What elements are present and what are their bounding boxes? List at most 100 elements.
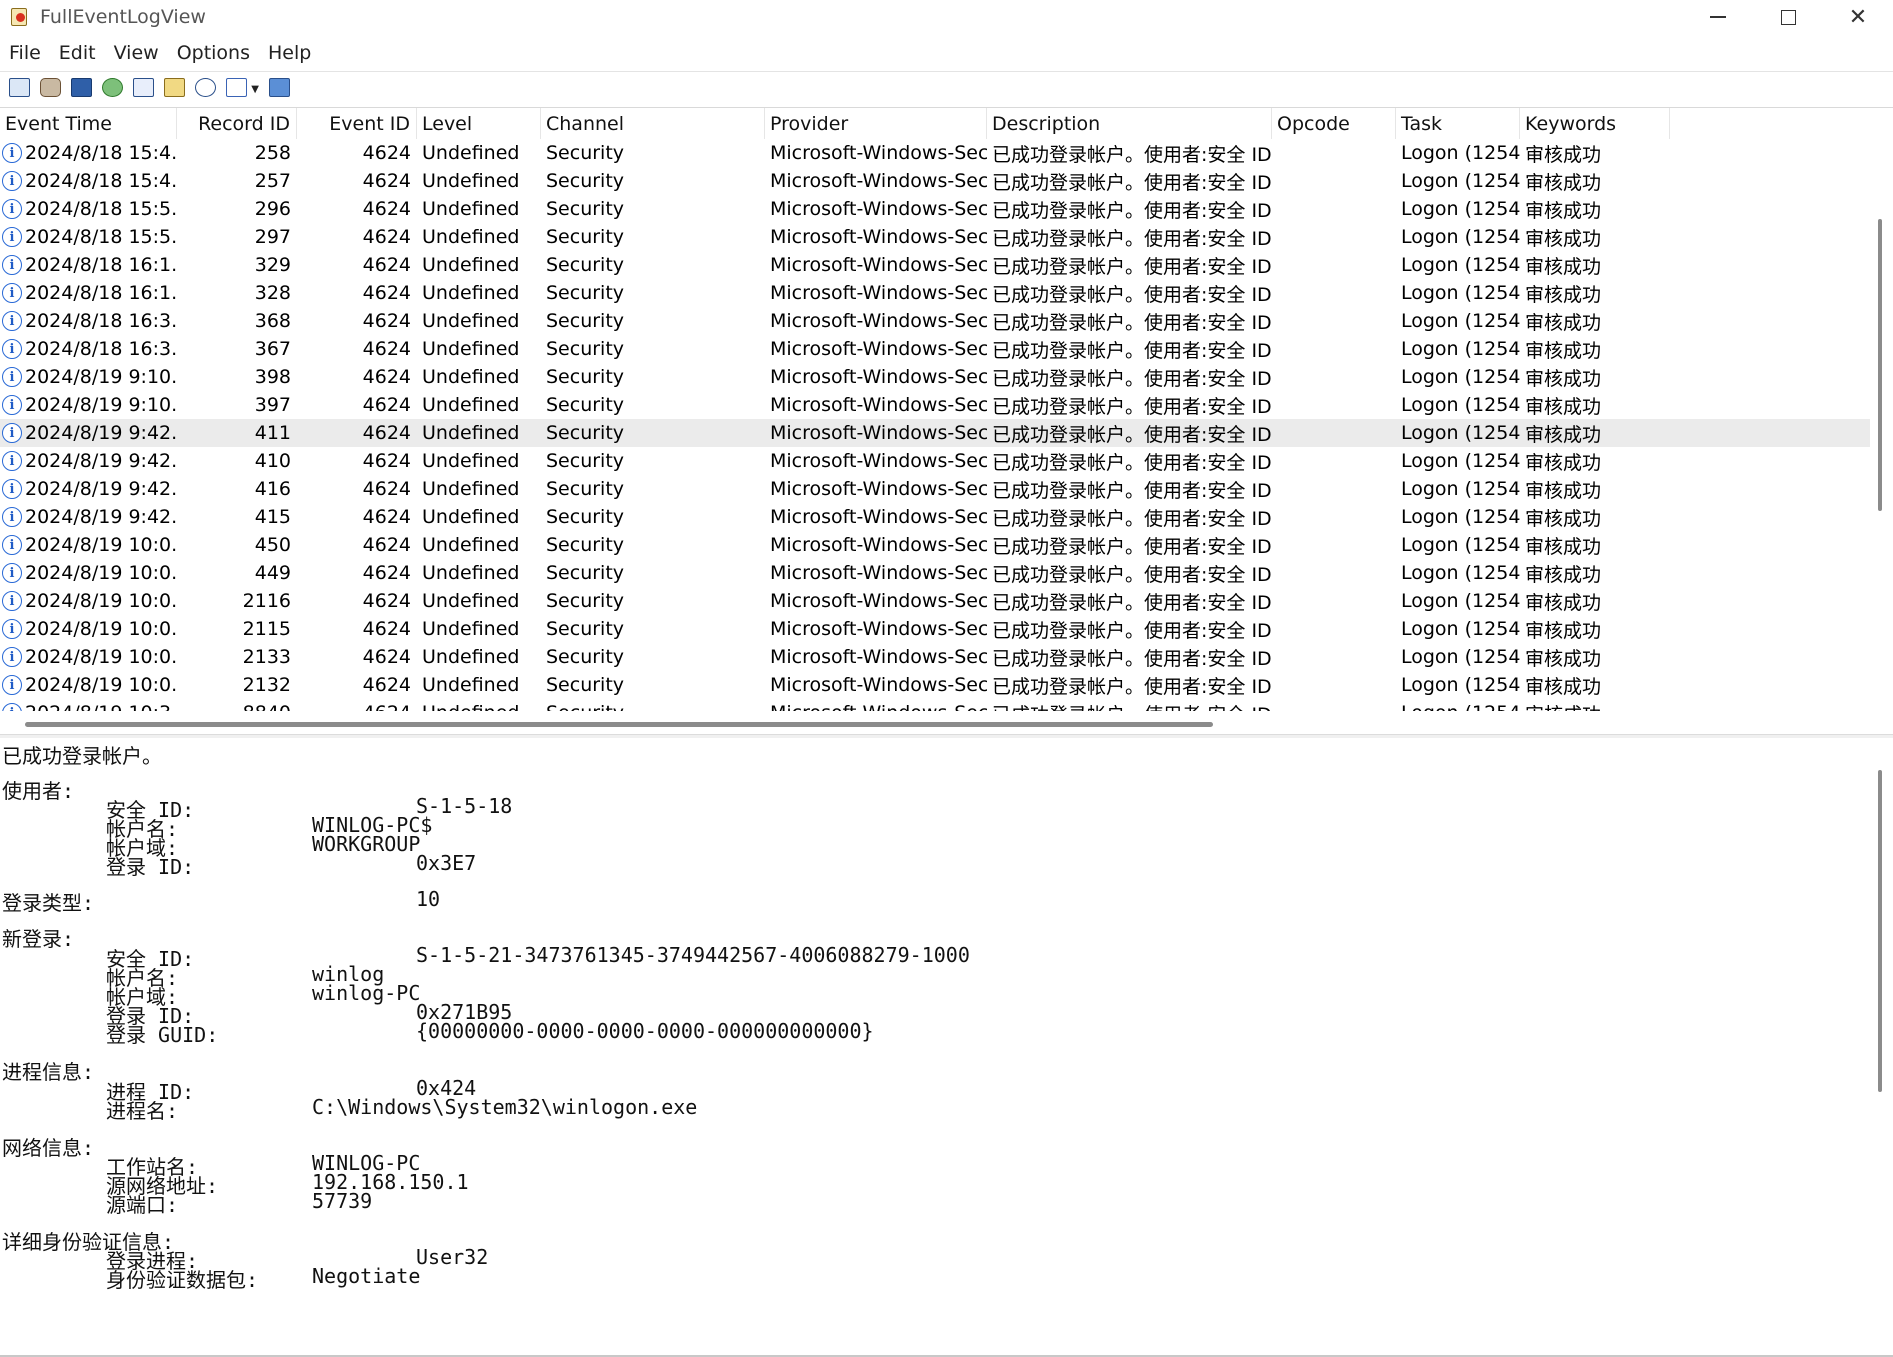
cell-text: Security <box>546 310 625 332</box>
cell-text: 2024/8/19 10:0... <box>25 618 177 640</box>
table-row[interactable]: i 2024/8/19 10:0... 2116 4624 Undefined Secur… <box>0 587 1870 615</box>
find-button[interactable] <box>192 74 219 101</box>
cell-text: 已成功登录帐户。使用者:安全 ID:S-1-5... <box>992 311 1272 334</box>
table-row[interactable]: i 2024/8/18 15:4... 258 4624 Undefined Securi… <box>0 139 1870 167</box>
menu-file[interactable]: File <box>0 42 50 64</box>
table-row[interactable]: i 2024/8/18 15:5... 297 4624 Undefined Securi… <box>0 223 1870 251</box>
table-row[interactable]: i 2024/8/18 16:1... 328 4624 Undefined Securi… <box>0 279 1870 307</box>
cell-text: 已成功登录帐户。使用者:安全 ID:S-1-5... <box>992 675 1272 698</box>
cell-text: Security <box>546 422 625 444</box>
cell-text: 4624 <box>362 646 411 668</box>
list-vertical-scrollbar[interactable] <box>1878 219 1882 511</box>
properties-icon <box>164 78 185 97</box>
table-cell-provider: Microsoft-Windows-Securit... <box>765 587 987 615</box>
table-cell-record-id: 329 <box>177 251 297 279</box>
column-header-event-id[interactable]: Event ID <box>297 108 417 139</box>
cell-text: Undefined <box>422 366 520 388</box>
table-cell-description: 已成功登录帐户。使用者:安全 ID:S-1-5... <box>987 139 1272 167</box>
cell-text: Microsoft-Windows-Securit... <box>770 534 987 556</box>
sort-button[interactable]: ▼ <box>223 74 259 101</box>
table-cell-opcode <box>1272 643 1396 671</box>
database-button[interactable] <box>37 74 64 101</box>
properties-button[interactable] <box>161 74 188 101</box>
table-row[interactable]: i 2024/8/19 9:42... 410 4624 Undefined Securi… <box>0 447 1870 475</box>
save-button[interactable] <box>68 74 95 101</box>
table-cell-description: 已成功登录帐户。使用者:安全 ID:S-1-5... <box>987 503 1272 531</box>
table-row[interactable]: i 2024/8/19 9:10... 398 4624 Undefined Securi… <box>0 363 1870 391</box>
menu-edit[interactable]: Edit <box>50 42 105 64</box>
cell-text: 2024/8/19 10:0... <box>25 590 177 612</box>
table-row[interactable]: i 2024/8/19 9:42... 416 4624 Undefined Securi… <box>0 475 1870 503</box>
table-row[interactable]: i 2024/8/19 10:0... 449 4624 Undefined Securi… <box>0 559 1870 587</box>
column-header-record-id[interactable]: Record ID <box>177 108 297 139</box>
column-header-level[interactable]: Level <box>417 108 541 139</box>
table-row[interactable]: i 2024/8/19 9:10... 397 4624 Undefined Securi… <box>0 391 1870 419</box>
cell-text: Microsoft-Windows-Securit... <box>770 310 987 332</box>
table-row[interactable]: i 2024/8/18 16:3... 368 4624 Undefined Securi… <box>0 307 1870 335</box>
information-icon: i <box>2 395 22 415</box>
cell-text: 2133 <box>242 646 291 668</box>
table-row[interactable]: i 2024/8/19 10:0... 2132 4624 Undefined Secur… <box>0 671 1870 699</box>
event-list[interactable]: Event Time Record ID Event ID Level Channel P… <box>0 107 1893 711</box>
minimize-button[interactable] <box>1683 0 1753 34</box>
table-row[interactable]: i 2024/8/19 10:0... 2133 4624 Undefined Secur… <box>0 643 1870 671</box>
table-cell-level: Undefined <box>417 447 541 475</box>
refresh-button[interactable] <box>99 74 126 101</box>
table-row[interactable]: i 2024/8/18 15:4... 257 4624 Undefined Securi… <box>0 167 1870 195</box>
table-cell-keywords: 审核成功 <box>1520 475 1670 503</box>
cell-text: 已成功登录帐户。使用者:安全 ID:S-1-5... <box>992 143 1272 166</box>
table-row[interactable]: i 2024/8/18 15:5... 296 4624 Undefined Securi… <box>0 195 1870 223</box>
cell-text: 已成功登录帐户。使用者:安全 ID:S-1-5... <box>992 339 1272 362</box>
table-row[interactable]: i 2024/8/19 10:0... 2115 4624 Undefined Secur… <box>0 615 1870 643</box>
exit-button[interactable] <box>266 74 293 101</box>
cell-text: Microsoft-Windows-Securit... <box>770 254 987 276</box>
menu-view[interactable]: View <box>105 42 168 64</box>
detail-value: winlog-PC <box>312 981 421 1005</box>
column-header-event-time[interactable]: Event Time <box>0 108 177 139</box>
table-cell-opcode <box>1272 335 1396 363</box>
column-header-task[interactable]: Task <box>1396 108 1520 139</box>
table-row[interactable]: i 2024/8/19 9:42... 411 4624 Undefined Securi… <box>0 419 1870 447</box>
menu-options[interactable]: Options <box>168 42 259 64</box>
event-detail-pane[interactable]: 已成功登录帐户。 使用者: 安全 ID: S-1-5-18 帐户名: WINLOG-PC$… <box>0 738 1870 1357</box>
table-cell-level: Undefined <box>417 139 541 167</box>
table-cell-description: 已成功登录帐户。使用者:安全 ID:S-1-5... <box>987 391 1272 419</box>
table-cell-channel: Security <box>541 475 765 503</box>
cell-text: 4624 <box>362 254 411 276</box>
column-header-provider[interactable]: Provider <box>765 108 987 139</box>
table-cell-description: 已成功登录帐户。使用者:安全 ID:S-1-5... <box>987 167 1272 195</box>
table-cell-event-time: i 2024/8/19 10:0... <box>0 559 177 587</box>
copy-button[interactable] <box>130 74 157 101</box>
table-row[interactable]: i 2024/8/18 16:3... 367 4624 Undefined Securi… <box>0 335 1870 363</box>
list-horizontal-scrollbar[interactable] <box>25 722 1213 727</box>
table-cell-record-id: 2115 <box>177 615 297 643</box>
column-header-keywords[interactable]: Keywords <box>1520 108 1670 139</box>
table-cell-provider: Microsoft-Windows-Securit... <box>765 475 987 503</box>
table-row[interactable]: i 2024/8/19 9:42... 415 4624 Undefined Securi… <box>0 503 1870 531</box>
table-cell-event-time: i 2024/8/19 10:0... <box>0 615 177 643</box>
options-button[interactable] <box>6 74 33 101</box>
table-row[interactable]: i2024/8/19 10:3... 8840 4624 Undefined Secur… <box>0 699 1870 711</box>
cell-text: 8840 <box>243 702 291 711</box>
table-cell-channel: Security <box>541 419 765 447</box>
table-cell-keywords: 审核成功 <box>1520 167 1670 195</box>
table-cell-level: Undefined <box>417 559 541 587</box>
detail-value: WORKGROUP <box>312 832 421 856</box>
table-row[interactable]: i 2024/8/19 10:0... 450 4624 Undefined Securi… <box>0 531 1870 559</box>
cell-text: 367 <box>254 338 291 360</box>
cell-text: Undefined <box>422 590 520 612</box>
table-cell-event-time: i 2024/8/19 10:0... <box>0 671 177 699</box>
information-icon: i <box>2 367 22 387</box>
maximize-button[interactable] <box>1753 0 1823 34</box>
cell-text: 415 <box>254 506 291 528</box>
cell-text: 4624 <box>362 674 411 696</box>
column-header-description[interactable]: Description <box>987 108 1272 139</box>
menu-help[interactable]: Help <box>259 42 320 64</box>
close-button[interactable]: ✕ <box>1823 0 1893 34</box>
table-row[interactable]: i 2024/8/18 16:1... 329 4624 Undefined Securi… <box>0 251 1870 279</box>
column-header-opcode[interactable]: Opcode <box>1272 108 1396 139</box>
column-header-channel[interactable]: Channel <box>541 108 765 139</box>
table-cell-task: Logon (12544) <box>1396 223 1520 251</box>
detail-vertical-scrollbar[interactable] <box>1878 770 1882 1092</box>
table-cell-keywords: 审核成功 <box>1520 587 1670 615</box>
